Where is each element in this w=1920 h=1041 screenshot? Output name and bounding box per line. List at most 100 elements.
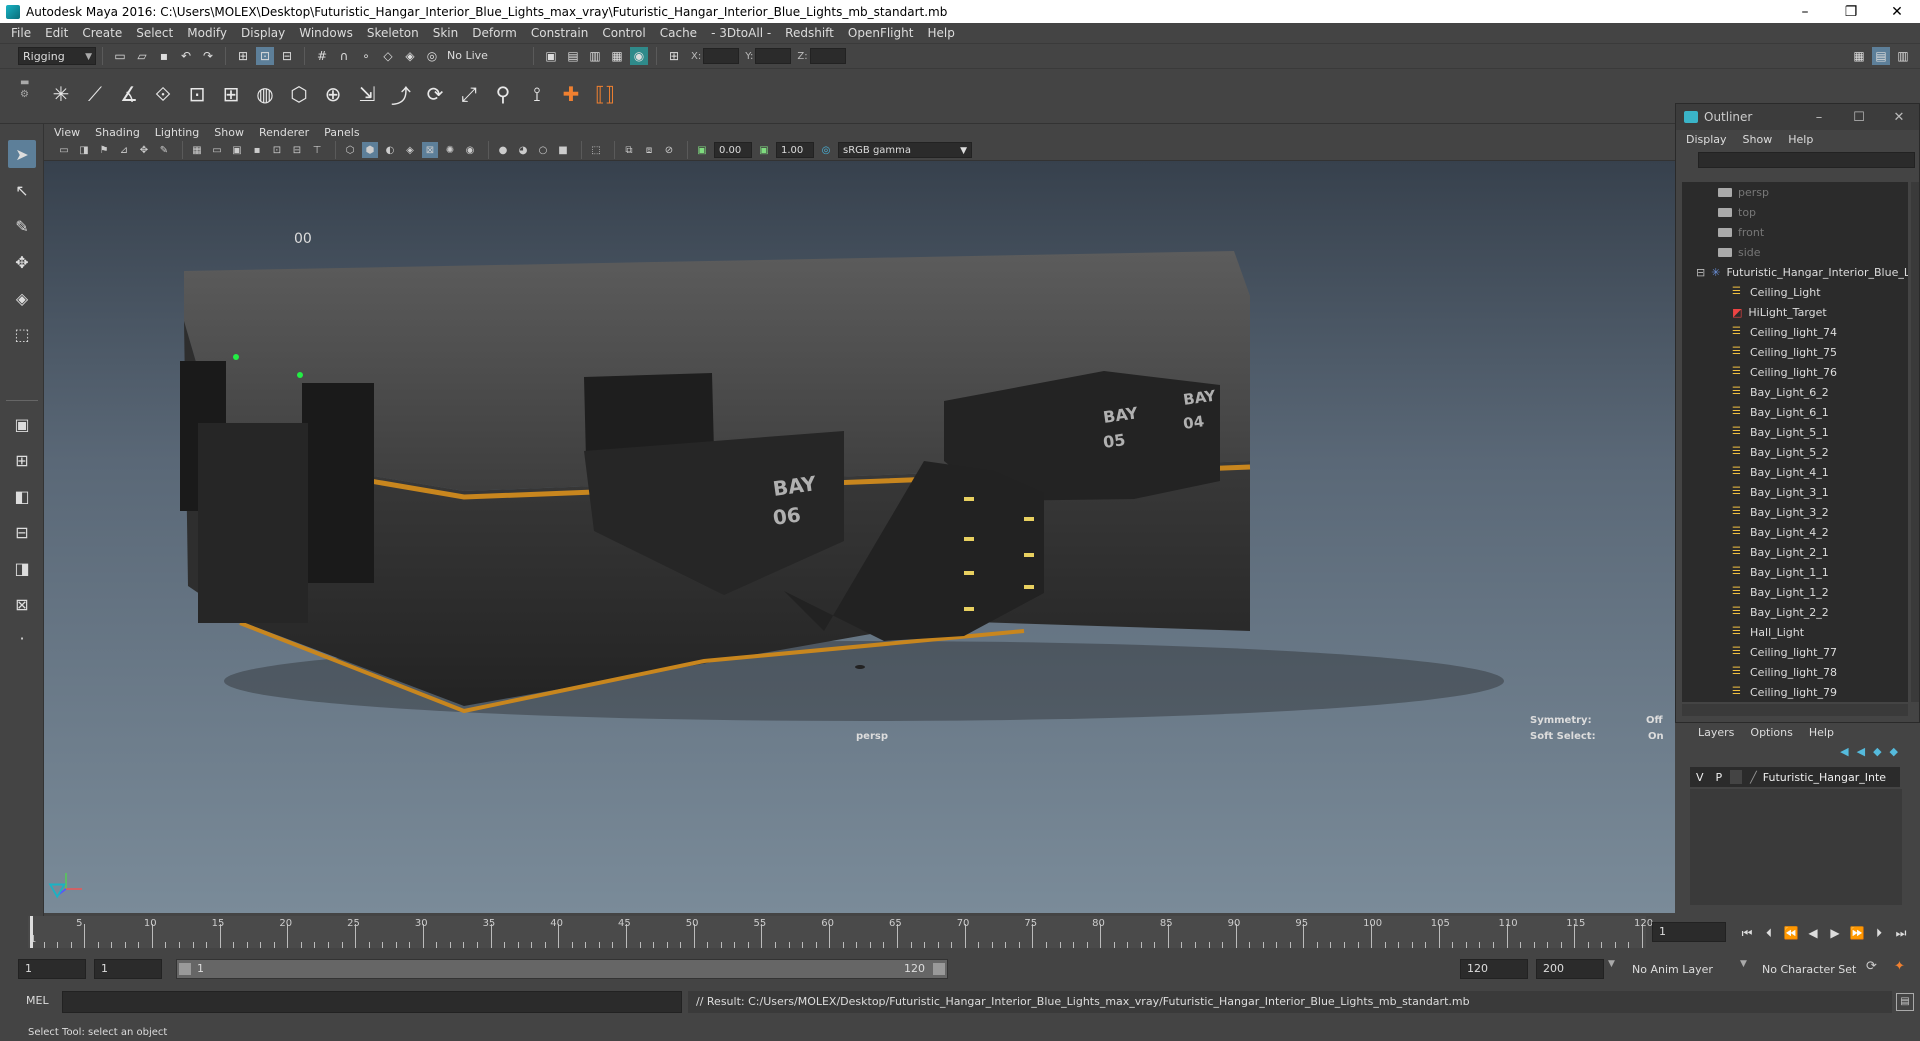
grease-pencil-icon[interactable]: ✎ — [156, 142, 172, 158]
textured-icon[interactable]: ⊠ — [422, 142, 438, 158]
restore-button[interactable]: ❐ — [1828, 4, 1874, 20]
outliner-row[interactable]: ☰ Ceiling_light_77 — [1682, 642, 1908, 662]
locator-icon[interactable]: ✚ — [556, 77, 586, 111]
outliner-menu-item[interactable]: Show — [1743, 133, 1773, 146]
panel-menu-item[interactable]: Lighting — [155, 126, 199, 139]
maya-home-icon[interactable]: ⛛ — [48, 879, 74, 905]
snap-grid-icon[interactable]: # — [313, 47, 331, 65]
motion-blur-icon[interactable]: ◕ — [515, 142, 531, 158]
safe-title-icon[interactable]: ⊤ — [309, 142, 325, 158]
outliner-row[interactable]: ☰ Bay_Light_3_1 — [1682, 482, 1908, 502]
outliner-menu-item[interactable]: Help — [1788, 133, 1813, 146]
layer-menu-item[interactable]: Help — [1809, 726, 1834, 739]
color-management-icon[interactable]: ◎ — [818, 142, 834, 158]
outliner-row[interactable]: ☰ Ceiling_light_76 — [1682, 362, 1908, 382]
select-object-icon[interactable]: ⊡ — [256, 47, 274, 65]
new-layer-selected-icon[interactable]: ◆ — [1890, 745, 1898, 758]
close-button[interactable]: ✕ — [1874, 4, 1920, 20]
x-field[interactable] — [703, 48, 740, 64]
save-scene-icon[interactable]: ▪ — [155, 47, 173, 65]
depth-of-field-icon[interactable]: ■ — [555, 142, 571, 158]
open-scene-icon[interactable]: ▱ — [133, 47, 151, 65]
menu-item[interactable]: Constrain — [524, 26, 596, 40]
layer-playback-toggle[interactable]: P — [1716, 771, 1723, 784]
multisample-aa-icon[interactable]: ○ — [535, 142, 551, 158]
undo-icon[interactable]: ↶ — [177, 47, 195, 65]
move-layer-up-icon[interactable]: ◀ — [1840, 745, 1848, 758]
outliner-row[interactable]: ☰ Bay_Light_5_2 — [1682, 442, 1908, 462]
ipr-render-icon[interactable]: ▥ — [586, 47, 604, 65]
cluster-icon[interactable]: ◍ — [250, 77, 280, 111]
menu-item[interactable]: Cache — [653, 26, 704, 40]
image-plane-icon[interactable]: ⊿ — [116, 142, 132, 158]
safe-action-icon[interactable]: ⊟ — [289, 142, 305, 158]
lasso-tool-icon[interactable]: ↖ — [8, 176, 36, 204]
outliner-row[interactable]: ☰ Bay_Light_6_1 — [1682, 402, 1908, 422]
step-forward-key-icon[interactable]: ⏩ — [1848, 926, 1866, 940]
menu-item[interactable]: Edit — [38, 26, 75, 40]
paint-select-tool-icon[interactable]: ✎ — [8, 212, 36, 240]
2d-pan-zoom-icon[interactable]: ✥ — [136, 142, 152, 158]
uv-layout-icon[interactable]: ⊠ — [8, 590, 36, 618]
chevron-down-icon[interactable]: ▼ — [1608, 959, 1615, 969]
current-time-marker[interactable] — [30, 916, 33, 948]
skin-bind-icon[interactable]: ⟐ — [148, 77, 178, 111]
xray-active-icon[interactable]: ⧈ — [641, 142, 657, 158]
menu-item[interactable]: - 3DtoAll - — [704, 26, 778, 40]
field-chart-icon[interactable]: ⊡ — [269, 142, 285, 158]
menu-item[interactable]: File — [4, 26, 38, 40]
layer-visibility-toggle[interactable]: V — [1696, 771, 1704, 784]
character-set-label[interactable]: No Character Set — [1762, 963, 1856, 976]
outliner-row[interactable]: ☰ Bay_Light_1_2 — [1682, 582, 1908, 602]
gamma-field[interactable]: 1.00 — [776, 142, 814, 158]
close-button[interactable]: ✕ — [1879, 110, 1919, 125]
z-field[interactable] — [809, 48, 846, 64]
scale-constraint-icon[interactable]: ⤢ — [454, 77, 484, 111]
tool-settings-toggle-icon[interactable]: ▤ — [1872, 47, 1890, 65]
outliner-row[interactable]: ☰ Bay_Light_4_1 — [1682, 462, 1908, 482]
step-back-key-icon[interactable]: ⏪ — [1782, 926, 1800, 940]
shelf-options-icon[interactable]: ▬ ⚙ — [20, 77, 30, 117]
menu-item[interactable]: Deform — [465, 26, 524, 40]
outliner-row[interactable]: front — [1682, 222, 1908, 242]
point-constraint-icon[interactable]: ⇲ — [352, 77, 382, 111]
smooth-shade-icon[interactable]: ⬢ — [362, 142, 378, 158]
outliner-row[interactable]: ☰ Ceiling_light_78 — [1682, 662, 1908, 682]
camera-select-icon[interactable]: ▭ — [56, 142, 72, 158]
persp-outliner-layout-icon[interactable]: ◧ — [8, 482, 36, 510]
gate-mask-icon[interactable]: ▪ — [249, 142, 265, 158]
panel-menu-item[interactable]: Renderer — [259, 126, 309, 139]
snap-view-icon[interactable]: ◇ — [379, 47, 397, 65]
outliner-row[interactable]: ☰ Ceiling_light_79 — [1682, 682, 1908, 702]
default-material-icon[interactable]: ◐ — [382, 142, 398, 158]
ik-handle-icon[interactable]: ⟋ — [80, 77, 110, 111]
menu-item[interactable]: Display — [234, 26, 292, 40]
snap-point-icon[interactable]: ∘ — [357, 47, 375, 65]
menu-item[interactable]: Control — [595, 26, 652, 40]
panel-menu-item[interactable]: Shading — [95, 126, 140, 139]
current-frame-field[interactable]: 1 — [1652, 922, 1726, 942]
anim-layer-label[interactable]: No Anim Layer — [1632, 963, 1713, 976]
range-bar[interactable]: 1 120 — [176, 959, 948, 979]
menu-item[interactable]: Create — [75, 26, 129, 40]
outliner-row[interactable]: ◩ HiLight_Target — [1682, 302, 1908, 322]
screen-space-ao-icon[interactable]: ● — [495, 142, 511, 158]
outliner-row[interactable]: ⊟ ✳ Futuristic_Hangar_Interior_Blue_L — [1682, 262, 1908, 282]
go-to-end-icon[interactable]: ⏭ — [1892, 926, 1910, 940]
layer-row[interactable]: V P ╱ Futuristic_Hangar_Inte — [1690, 767, 1900, 787]
render-view-icon[interactable]: ▤ — [564, 47, 582, 65]
step-forward-icon[interactable]: ⏵ — [1870, 926, 1888, 940]
outliner-filter-input[interactable] — [1698, 152, 1915, 168]
joint-tool-icon[interactable]: ✳ — [46, 77, 76, 111]
snap-live-icon[interactable]: ◎ — [423, 47, 441, 65]
use-all-lights-icon[interactable]: ✺ — [442, 142, 458, 158]
collapse-icon[interactable]: ⊟ — [1696, 266, 1705, 279]
pole-vector-icon[interactable]: ⟟ — [522, 77, 552, 111]
ik-spline-icon[interactable]: ∡ — [114, 77, 144, 111]
outliner-row[interactable]: ☰ Ceiling_light_75 — [1682, 342, 1908, 362]
resolution-gate-icon[interactable]: ▣ — [229, 142, 245, 158]
render-settings-icon[interactable]: ▦ — [608, 47, 626, 65]
outliner-row[interactable]: ☰ Bay_Light_2_2 — [1682, 602, 1908, 622]
outliner-row[interactable]: persp — [1682, 182, 1908, 202]
outliner-row[interactable]: ☰ Bay_Light_3_2 — [1682, 502, 1908, 522]
